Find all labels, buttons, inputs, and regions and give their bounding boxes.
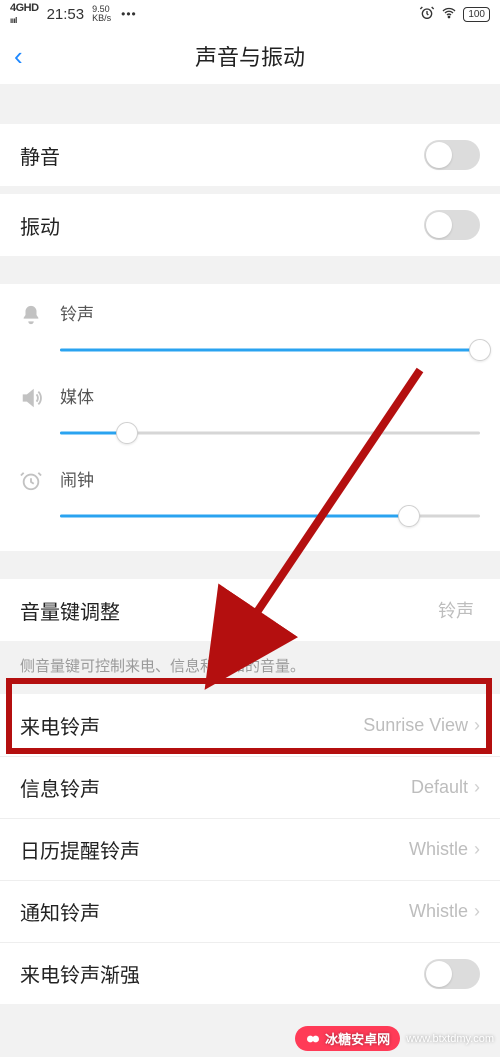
notification-ringtone-label: 通知铃声 bbox=[20, 897, 409, 926]
chevron-right-icon: › bbox=[474, 777, 480, 798]
volume-key-value: 铃声 bbox=[438, 597, 474, 623]
signal-indicator: 4GHDıııl bbox=[10, 2, 39, 26]
incoming-call-ringtone-row[interactable]: 来电铃声 Sunrise View › bbox=[0, 694, 500, 756]
ascending-ringtone-row[interactable]: 来电铃声渐强 bbox=[0, 942, 500, 1004]
notification-ringtone-row[interactable]: 通知铃声 Whistle › bbox=[0, 880, 500, 942]
watermark-brand: 冰糖安卓网 bbox=[325, 1029, 390, 1048]
status-bar: 4GHDıııl 21:53 9.50KB/s ••• 100 bbox=[0, 0, 500, 28]
calendar-ringtone-label: 日历提醒铃声 bbox=[20, 835, 409, 864]
chevron-right-icon: › bbox=[474, 839, 480, 860]
calendar-ringtone-row[interactable]: 日历提醒铃声 Whistle › bbox=[0, 818, 500, 880]
mute-toggle[interactable] bbox=[424, 140, 480, 170]
media-slider-label: 媒体 bbox=[60, 383, 480, 408]
ringtone-volume-row: 铃声 bbox=[20, 300, 480, 361]
volume-key-label: 音量键调整 bbox=[20, 596, 438, 625]
bell-icon bbox=[20, 300, 60, 332]
ringtone-slider[interactable] bbox=[60, 339, 480, 361]
battery-indicator: 100 bbox=[463, 7, 490, 22]
clock-icon bbox=[20, 466, 60, 498]
alarm-icon bbox=[419, 5, 435, 24]
vibrate-toggle[interactable] bbox=[424, 210, 480, 240]
incoming-call-ringtone-value: Sunrise View bbox=[363, 715, 468, 736]
volume-key-row[interactable]: 音量键调整 铃声 bbox=[0, 579, 500, 641]
ascending-ringtone-label: 来电铃声渐强 bbox=[20, 959, 424, 988]
notification-ringtone-value: Whistle bbox=[409, 901, 468, 922]
chevron-right-icon: › bbox=[474, 901, 480, 922]
media-slider[interactable] bbox=[60, 422, 480, 444]
calendar-ringtone-value: Whistle bbox=[409, 839, 468, 860]
mute-row[interactable]: 静音 bbox=[0, 124, 500, 186]
message-ringtone-row[interactable]: 信息铃声 Default › bbox=[0, 756, 500, 818]
status-time: 21:53 bbox=[47, 6, 85, 23]
watermark-url: www.btxtdmy.com bbox=[406, 1033, 494, 1045]
vibrate-label: 振动 bbox=[20, 211, 424, 240]
volume-sliders-section: 铃声 媒体 闹钟 bbox=[0, 284, 500, 551]
status-datarate: 9.50KB/s bbox=[92, 5, 111, 23]
wifi-icon bbox=[441, 5, 457, 24]
watermark: 冰糖安卓网 www.btxtdmy.com bbox=[295, 1026, 494, 1051]
ascending-ringtone-toggle[interactable] bbox=[424, 959, 480, 989]
mute-label: 静音 bbox=[20, 141, 424, 170]
nav-header: ‹ 声音与振动 bbox=[0, 28, 500, 84]
status-more-icon: ••• bbox=[121, 7, 137, 21]
message-ringtone-value: Default bbox=[411, 777, 468, 798]
back-button[interactable]: ‹ bbox=[14, 43, 23, 69]
alarm-slider-label: 闹钟 bbox=[60, 466, 480, 491]
alarm-volume-row: 闹钟 bbox=[20, 466, 480, 527]
media-volume-row: 媒体 bbox=[20, 383, 480, 444]
ringtone-slider-label: 铃声 bbox=[60, 300, 480, 325]
speaker-icon bbox=[20, 383, 60, 415]
incoming-call-ringtone-label: 来电铃声 bbox=[20, 711, 363, 740]
page-title: 声音与振动 bbox=[195, 40, 305, 72]
vibrate-row[interactable]: 振动 bbox=[0, 194, 500, 256]
chevron-right-icon: › bbox=[474, 715, 480, 736]
alarm-slider[interactable] bbox=[60, 505, 480, 527]
volume-key-desc: 侧音量键可控制来电、信息和通知的音量。 bbox=[0, 641, 500, 694]
message-ringtone-label: 信息铃声 bbox=[20, 773, 411, 802]
